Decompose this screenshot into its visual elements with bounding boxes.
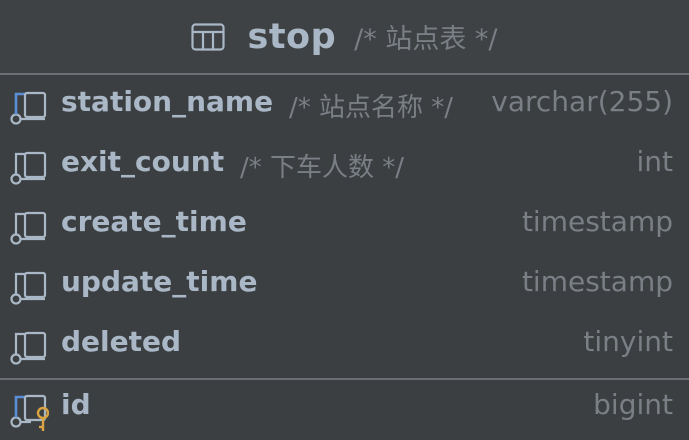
column-row-create-time[interactable]: create_time timestamp bbox=[0, 197, 689, 257]
table-entity-card[interactable]: stop /* 站点表 */ station_name /* 站点名称 */ v… bbox=[0, 0, 689, 438]
column-comment: /* 下车人数 */ bbox=[240, 153, 405, 183]
column-row-deleted[interactable]: deleted tinyint bbox=[0, 317, 689, 377]
table-comment: /* 站点表 */ bbox=[354, 24, 498, 55]
column-icon bbox=[10, 331, 47, 365]
column-icon bbox=[10, 151, 47, 185]
column-icon bbox=[10, 211, 47, 245]
column-icon bbox=[10, 91, 47, 125]
column-type: varchar(255) bbox=[491, 85, 673, 118]
column-row-id[interactable]: id bigint bbox=[0, 380, 689, 440]
column-type: timestamp bbox=[521, 265, 673, 298]
column-icon bbox=[10, 271, 47, 305]
table-name: stop bbox=[247, 16, 337, 57]
primary-key-column-icon bbox=[10, 394, 49, 431]
column-type: int bbox=[636, 145, 673, 178]
column-type: bigint bbox=[593, 388, 673, 421]
table-header[interactable]: stop /* 站点表 */ bbox=[0, 0, 689, 73]
column-name: station_name bbox=[61, 85, 274, 118]
column-name: deleted bbox=[61, 325, 182, 358]
column-comment: /* 站点名称 */ bbox=[289, 93, 454, 123]
column-name: exit_count bbox=[61, 145, 225, 178]
column-type: timestamp bbox=[521, 205, 673, 238]
header-divider bbox=[0, 73, 689, 75]
column-row-exit-count[interactable]: exit_count /* 下车人数 */ int bbox=[0, 137, 689, 197]
table-icon bbox=[191, 22, 226, 51]
column-name: id bbox=[61, 388, 91, 421]
column-name: update_time bbox=[61, 265, 258, 298]
column-row-station-name[interactable]: station_name /* 站点名称 */ varchar(255) bbox=[0, 77, 689, 137]
column-name: create_time bbox=[61, 205, 247, 238]
column-row-update-time[interactable]: update_time timestamp bbox=[0, 257, 689, 317]
column-type: tinyint bbox=[583, 325, 673, 358]
